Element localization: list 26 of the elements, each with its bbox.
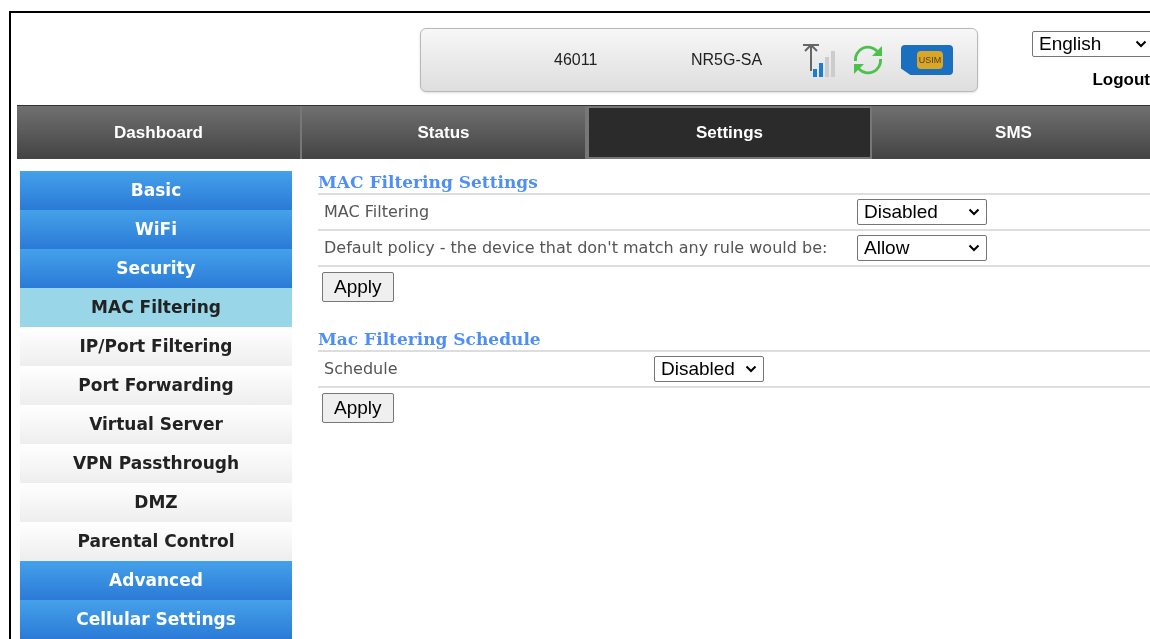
- apply-button[interactable]: Apply: [322, 272, 394, 302]
- nav-tab[interactable]: SMS: [872, 105, 1150, 159]
- field-label: MAC Filtering: [324, 201, 431, 223]
- dropdown-select[interactable]: Disabled: [654, 356, 764, 382]
- refresh-icon: [851, 43, 885, 77]
- apply-button[interactable]: Apply: [322, 393, 394, 423]
- sidebar-item[interactable]: MAC Filtering: [20, 288, 292, 327]
- chevron-icon: [745, 365, 757, 373]
- signal-icon: [801, 41, 837, 79]
- field-label: Default policy - the device that don't match any rule would be:: [324, 237, 829, 259]
- sim-label: USIM: [916, 51, 944, 69]
- network-type: NR5G-SA: [691, 50, 764, 70]
- chevron-icon: [1135, 40, 1147, 48]
- dropdown-select[interactable]: Disabled: [857, 199, 987, 225]
- nav-tab[interactable]: Dashboard: [17, 105, 302, 159]
- section-title: Mac Filtering Schedule: [318, 328, 542, 350]
- chevron-icon: [968, 244, 980, 252]
- logout-link[interactable]: Logout: [1092, 67, 1150, 93]
- chevron-icon: [968, 208, 980, 216]
- dropdown-select[interactable]: Allow: [857, 235, 987, 261]
- nav-tab[interactable]: Status: [302, 105, 587, 159]
- field-label: Schedule: [324, 358, 399, 380]
- language-select[interactable]: English: [1032, 31, 1150, 57]
- operator-code: 46011: [554, 50, 599, 70]
- nav-tab[interactable]: Settings: [587, 105, 872, 159]
- section-title: MAC Filtering Settings: [318, 171, 539, 193]
